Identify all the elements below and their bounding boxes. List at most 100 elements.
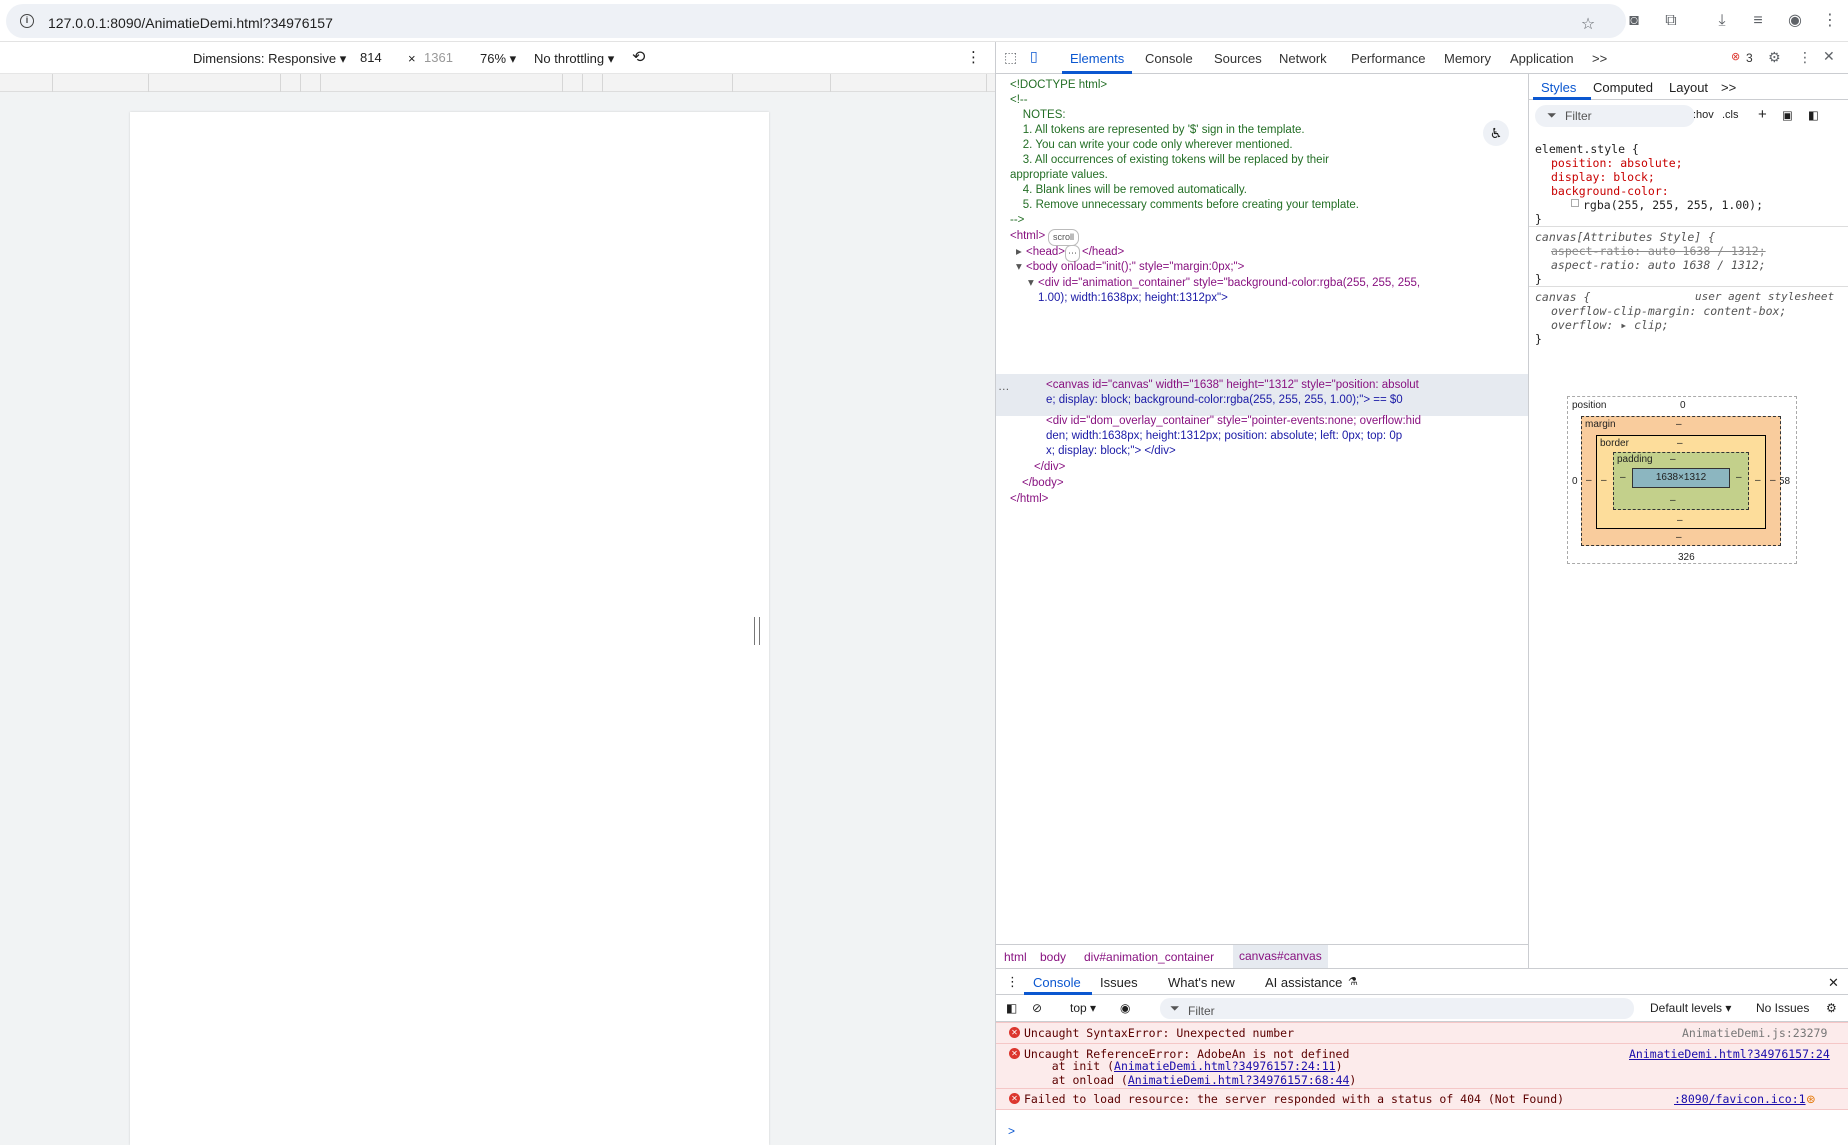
- comment-line[interactable]: 4. Blank lines will be removed automatic…: [1010, 183, 1247, 198]
- extensions-icon[interactable]: ⧉: [1659, 9, 1683, 33]
- padding-right[interactable]: –: [1736, 472, 1742, 483]
- media-icon[interactable]: ≡: [1746, 9, 1770, 33]
- color-swatch[interactable]: [1571, 199, 1579, 207]
- live-expression-icon[interactable]: ◉: [1120, 1001, 1130, 1015]
- border-top[interactable]: –: [1677, 438, 1683, 449]
- border-right[interactable]: –: [1755, 475, 1761, 486]
- position-top[interactable]: 0: [1680, 400, 1686, 411]
- log-levels-select[interactable]: Default levels ▾: [1650, 1001, 1731, 1015]
- head-open-tag[interactable]: <head>: [1026, 245, 1065, 260]
- stack-link[interactable]: AnimatieDemi.html?34976157:68:44: [1128, 1073, 1350, 1087]
- devtools-menu-icon[interactable]: ⋮: [1798, 49, 1812, 66]
- new-rule-icon[interactable]: +: [1758, 106, 1767, 123]
- box-model-padding[interactable]: padding – – – – 1638×1312: [1613, 452, 1749, 510]
- tab-performance[interactable]: Performance: [1351, 51, 1425, 66]
- padding-bottom[interactable]: –: [1670, 495, 1676, 506]
- comment-line[interactable]: appropriate values.: [1010, 168, 1108, 183]
- node-ellipsis[interactable]: …: [998, 380, 1010, 395]
- comment-line[interactable]: -->: [1010, 213, 1024, 228]
- margin-right[interactable]: –: [1770, 475, 1776, 486]
- sidebar-toggle-icon[interactable]: ◧: [1006, 1001, 1017, 1015]
- crumb-canvas[interactable]: canvas#canvas: [1233, 945, 1328, 968]
- tab-layout[interactable]: Layout: [1669, 80, 1708, 95]
- styles-filter-input[interactable]: ⏷ Filter: [1535, 105, 1695, 127]
- rule-selector[interactable]: element.style {: [1535, 142, 1639, 156]
- height-input[interactable]: 1361: [418, 47, 468, 69]
- zoom-select[interactable]: 76% ▾: [480, 51, 516, 67]
- console-prompt[interactable]: >: [1008, 1124, 1015, 1138]
- comment-line[interactable]: 2. You can write your code only wherever…: [1010, 138, 1293, 153]
- style-declaration[interactable]: aspect-ratio: auto 1638 / 1312;: [1551, 258, 1766, 272]
- media-query-ruler[interactable]: [0, 74, 995, 92]
- drawer-tab-console[interactable]: Console: [1033, 975, 1081, 990]
- expand-div-icon[interactable]: ▾: [1028, 276, 1034, 291]
- drawer-menu-icon[interactable]: ⋮: [1006, 974, 1019, 990]
- head-close-tag[interactable]: </head>: [1082, 245, 1124, 260]
- tab-elements[interactable]: Elements: [1070, 51, 1124, 66]
- profile-icon[interactable]: ◉: [1783, 9, 1807, 33]
- console-settings-icon[interactable]: ⚙: [1826, 1001, 1837, 1015]
- tab-console[interactable]: Console: [1145, 51, 1193, 66]
- cls-button[interactable]: .cls: [1722, 109, 1739, 121]
- dimensions-select[interactable]: Dimensions: Responsive ▾: [193, 51, 346, 67]
- box-model-margin[interactable]: margin – – – – border – – – – padding – …: [1581, 416, 1781, 546]
- clear-console-icon[interactable]: ⊘: [1032, 1001, 1042, 1015]
- error-badge-icon[interactable]: ⊗: [1731, 50, 1740, 63]
- download-icon[interactable]: ⤓: [1710, 9, 1734, 33]
- style-value[interactable]: rgba(255, 255, 255, 1.00);: [1583, 198, 1763, 212]
- border-bottom[interactable]: –: [1677, 515, 1683, 526]
- doctype-line[interactable]: <!DOCTYPE html>: [1010, 78, 1107, 93]
- html-open-tag[interactable]: <html>: [1010, 229, 1045, 244]
- tab-sources[interactable]: Sources: [1214, 51, 1262, 66]
- box-model-content[interactable]: 1638×1312: [1632, 468, 1730, 488]
- style-declaration[interactable]: display: block;: [1551, 170, 1655, 184]
- position-bottom[interactable]: 326: [1678, 552, 1695, 563]
- error-source-link[interactable]: :8090/favicon.ico:1: [1674, 1092, 1806, 1106]
- padding-top[interactable]: –: [1670, 454, 1676, 465]
- device-toggle-icon[interactable]: ▯: [1030, 48, 1038, 65]
- canvas-tag-cont[interactable]: e; display: block; background-color:rgba…: [1046, 393, 1403, 408]
- accessibility-tree-icon[interactable]: ♿: [1483, 120, 1509, 146]
- drawer-tab-ai-assistance[interactable]: AI assistance: [1265, 975, 1342, 990]
- resize-handle[interactable]: [754, 617, 760, 645]
- dom-overlay-tag[interactable]: <div id="dom_overlay_container" style="p…: [1046, 414, 1421, 429]
- network-warning-icon[interactable]: ⊛: [1806, 1092, 1816, 1106]
- hov-button[interactable]: :hov: [1693, 109, 1714, 121]
- crumb-div[interactable]: div#animation_container: [1084, 950, 1214, 964]
- position-left[interactable]: 0: [1572, 476, 1578, 487]
- body-tag[interactable]: <body onload="init();" style="margin:0px…: [1026, 260, 1244, 275]
- url-text[interactable]: 127.0.0.1:8090/AnimatieDemi.html?3497615…: [48, 15, 333, 31]
- bookmark-star-icon[interactable]: ☆: [1576, 13, 1600, 37]
- div-close-tag[interactable]: </div>: [1034, 460, 1065, 475]
- omnibox[interactable]: i 127.0.0.1:8090/AnimatieDemi.html?34976…: [6, 4, 1626, 38]
- scroll-badge[interactable]: scroll: [1048, 229, 1080, 247]
- padding-left[interactable]: –: [1620, 472, 1626, 483]
- dom-overlay-tag-cont[interactable]: den; width:1638px; height:1312px; positi…: [1046, 429, 1402, 444]
- camera-icon[interactable]: ◙: [1622, 9, 1646, 33]
- crumb-html[interactable]: html: [1004, 950, 1027, 964]
- style-declaration[interactable]: background-color:: [1551, 184, 1669, 198]
- expand-body-icon[interactable]: ▾: [1016, 260, 1022, 275]
- rotate-icon[interactable]: ⟲: [632, 47, 645, 67]
- box-model-border[interactable]: border – – – – padding – – – – 1638×1312: [1596, 435, 1766, 529]
- animation-container-tag[interactable]: <div id="animation_container" style="bac…: [1038, 276, 1420, 291]
- expand-head-icon[interactable]: ▸: [1016, 245, 1022, 260]
- error-source-link[interactable]: AnimatieDemi.js:23279: [1682, 1026, 1827, 1040]
- width-input[interactable]: 814: [354, 47, 404, 69]
- border-left[interactable]: –: [1601, 475, 1607, 486]
- tab-network[interactable]: Network: [1279, 51, 1327, 66]
- style-declaration[interactable]: overflow: ▸ clip;: [1551, 318, 1669, 332]
- inspect-element-icon[interactable]: ⬚: [1004, 49, 1017, 66]
- comment-line[interactable]: 5. Remove unnecessary comments before cr…: [1010, 198, 1359, 213]
- comment-line[interactable]: 1. All tokens are represented by '$' sig…: [1010, 123, 1305, 138]
- margin-top[interactable]: –: [1676, 419, 1682, 430]
- style-declaration-overridden[interactable]: aspect-ratio: auto 1638 / 1312;: [1551, 244, 1766, 258]
- drawer-tab-whats-new[interactable]: What's new: [1168, 975, 1235, 990]
- body-close-tag[interactable]: </body>: [1022, 476, 1064, 491]
- paint-icon[interactable]: ▣: [1782, 108, 1793, 122]
- rule-selector[interactable]: canvas[Attributes Style] {: [1535, 230, 1715, 244]
- canvas-tag[interactable]: <canvas id="canvas" width="1638" height=…: [1046, 378, 1419, 393]
- console-error-row[interactable]: ✕ Failed to load resource: the server re…: [996, 1088, 1848, 1110]
- device-more-icon[interactable]: ⋮: [966, 48, 981, 66]
- style-declaration[interactable]: overflow-clip-margin: content-box;: [1551, 304, 1786, 318]
